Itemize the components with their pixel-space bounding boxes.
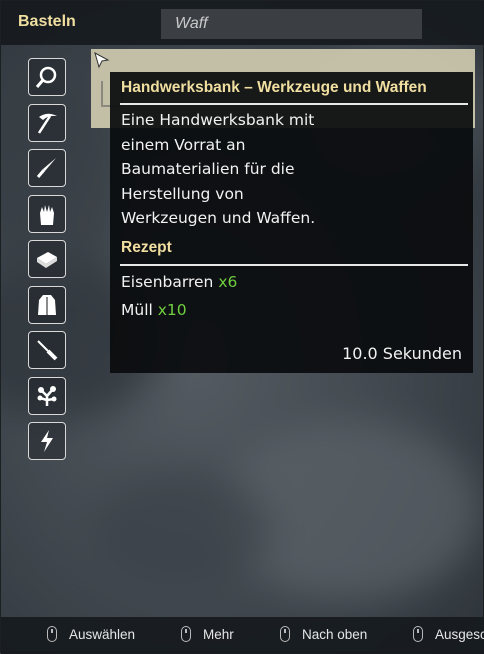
ingredient-row: Müll x10 bbox=[121, 301, 187, 319]
hint-select[interactable]: Auswählen bbox=[47, 626, 135, 642]
magnifier-icon bbox=[35, 66, 57, 88]
screwdriver-icon bbox=[37, 340, 58, 361]
mouse-wheel-up-icon bbox=[280, 626, 290, 642]
search-input[interactable]: Waff bbox=[161, 9, 422, 39]
category-weapons[interactable] bbox=[28, 149, 66, 187]
mouse-left-icon bbox=[47, 626, 57, 642]
category-electrical[interactable] bbox=[28, 422, 66, 460]
ingredient-name: Müll bbox=[121, 301, 153, 319]
hint-scroll-up[interactable]: Nach oben bbox=[280, 626, 367, 642]
hint-label: Auswählen bbox=[69, 626, 136, 642]
mouse-right-icon bbox=[181, 626, 191, 642]
title-divider bbox=[120, 103, 468, 105]
tooltip-description: Eine Handwerksbank mit einem Vorrat an B… bbox=[121, 111, 316, 227]
plant-icon bbox=[37, 385, 57, 406]
ingredient-quantity: x6 bbox=[218, 273, 238, 291]
category-armor[interactable] bbox=[28, 285, 66, 324]
hint-label: Mehr bbox=[203, 626, 234, 642]
ingredient-row: Eisenbarren x6 bbox=[121, 273, 237, 291]
category-plants[interactable] bbox=[28, 376, 66, 415]
category-tools[interactable] bbox=[28, 103, 66, 142]
panel-title: Basteln bbox=[18, 13, 76, 30]
ingredient-quantity: x10 bbox=[157, 301, 187, 319]
mouse-wheel-down-icon bbox=[413, 626, 423, 642]
hint-disabled[interactable]: Ausgeschaltet bbox=[413, 626, 484, 642]
recipe-tooltip: Handwerksbank – Werkzeuge und Waffen Ein… bbox=[110, 72, 473, 373]
glove-icon bbox=[40, 204, 54, 225]
category-books[interactable] bbox=[28, 240, 66, 278]
header-bar: Basteln Waff bbox=[1, 1, 484, 45]
recipe-heading: Rezept bbox=[121, 239, 172, 256]
category-tools-misc[interactable] bbox=[28, 331, 66, 369]
book-icon bbox=[37, 252, 57, 268]
control-hints-bar: Auswählen Mehr Nach oben Ausgeschaltet bbox=[1, 617, 484, 654]
lightning-icon bbox=[41, 430, 53, 452]
category-clothing[interactable] bbox=[28, 194, 66, 233]
hint-label: Nach oben bbox=[302, 626, 368, 642]
category-list bbox=[28, 58, 68, 468]
pickaxe-icon bbox=[37, 113, 57, 134]
cursor-icon bbox=[94, 52, 110, 69]
ingredient-name: Eisenbarren bbox=[121, 273, 214, 291]
crafting-panel: Basteln Waff Handwerksbank – Werkzeuge u… bbox=[0, 0, 484, 654]
hint-more[interactable]: Mehr bbox=[181, 626, 234, 642]
craft-time: 10.0 Sekunden bbox=[342, 344, 462, 363]
tooltip-title: Handwerksbank – Werkzeuge und Waffen bbox=[121, 79, 427, 96]
hint-label: Ausgeschaltet bbox=[435, 626, 484, 642]
category-search[interactable] bbox=[28, 58, 66, 96]
recipe-divider bbox=[120, 264, 468, 266]
armor-icon bbox=[38, 294, 56, 315]
knife-icon bbox=[36, 158, 56, 178]
